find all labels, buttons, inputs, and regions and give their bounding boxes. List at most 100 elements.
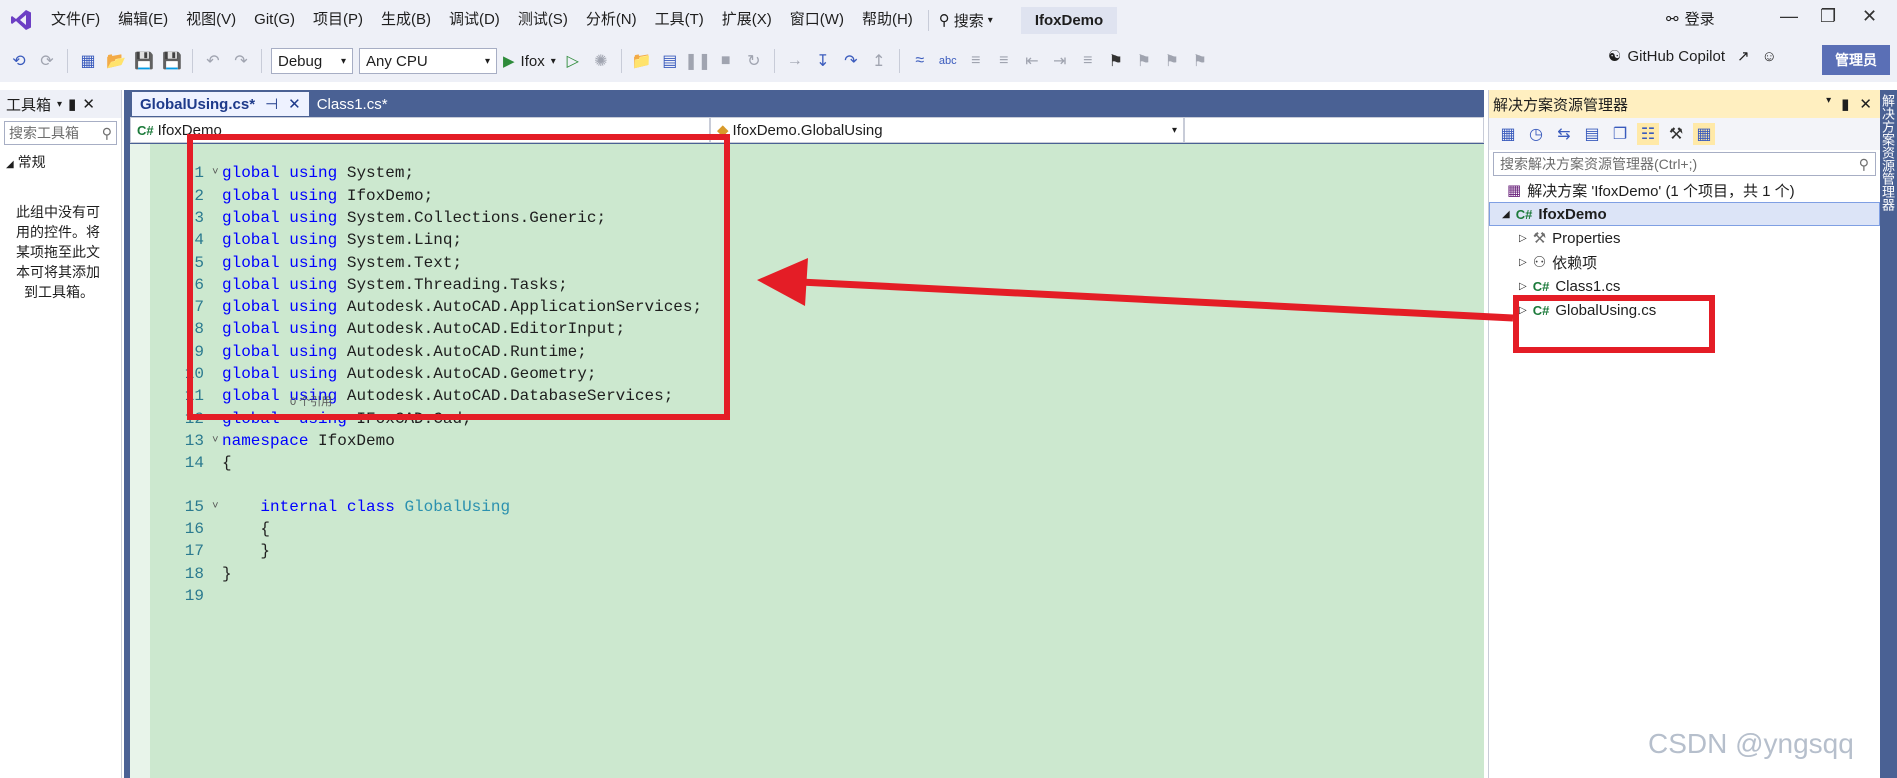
chevron-down-icon[interactable]: ▾ — [1826, 95, 1831, 113]
code-line[interactable]: 18} — [130, 563, 232, 585]
close-icon[interactable]: ✕ — [1859, 95, 1872, 113]
show-next-statement-icon[interactable]: → — [784, 50, 806, 72]
fold-marker[interactable]: ˅ — [212, 501, 222, 513]
open-folder-icon[interactable]: 📂 — [105, 50, 127, 72]
layout-icon[interactable]: ▤ — [659, 50, 681, 72]
feedback-icon[interactable]: ☺ — [1762, 48, 1777, 65]
format-icon[interactable]: ≡ — [1077, 50, 1099, 72]
admin-badge[interactable]: 管理员 — [1822, 45, 1890, 75]
properties-wrench-icon[interactable]: ⚒ — [1665, 123, 1687, 145]
code-line[interactable]: 13 ˅ namespace IfoxDemo — [130, 430, 395, 452]
menu-item[interactable]: 窗口(W) — [781, 0, 853, 40]
diagnostic-icon[interactable]: ≈ — [909, 50, 931, 72]
uncomment-icon[interactable]: ≡ — [993, 50, 1015, 72]
menu-item[interactable]: 分析(N) — [577, 0, 646, 40]
menu-item[interactable]: 扩展(X) — [713, 0, 781, 40]
menu-item[interactable]: 文件(F) — [42, 0, 109, 40]
code-token: class — [346, 497, 395, 516]
editor-tab[interactable]: Class1.cs* — [309, 92, 396, 116]
visual-studio-logo-icon[interactable] — [0, 0, 42, 40]
restore-icon[interactable]: ❐ — [1820, 6, 1836, 27]
chevron-down-icon[interactable]: ▾ — [57, 99, 62, 110]
member-nav-select[interactable] — [1184, 117, 1484, 143]
toolbox-group-general[interactable]: ◢ 常规 — [0, 148, 121, 176]
pending-changes-icon[interactable]: ◷ — [1525, 123, 1547, 145]
collapse-all-icon[interactable]: ▤ — [1581, 123, 1603, 145]
undo-icon[interactable]: ↶ — [202, 50, 224, 72]
toolbox-search-input[interactable]: 搜索工具箱 ⚲ — [4, 121, 117, 145]
code-token: GlobalUsing — [404, 497, 511, 516]
class-nav-select[interactable]: ◆ IfoxDemo.GlobalUsing ▾ — [710, 117, 1184, 143]
pin-icon[interactable]: ▮ — [1841, 95, 1849, 113]
copilot-icon: ☯ — [1608, 48, 1622, 65]
indent-icon[interactable]: ⇥ — [1049, 50, 1071, 72]
minimize-icon[interactable]: — — [1780, 6, 1798, 27]
fold-marker[interactable]: ˅ — [212, 435, 222, 447]
code-line[interactable]: 16 { — [130, 518, 270, 540]
show-all-files-icon[interactable]: ❐ — [1609, 123, 1631, 145]
solution-explorer-search-input[interactable]: 搜索解决方案资源管理器(Ctrl+;) ⚲ — [1493, 152, 1876, 176]
outdent-icon[interactable]: ⇤ — [1021, 50, 1043, 72]
save-all-icon[interactable]: 💾 — [161, 50, 183, 72]
solution-explorer-side-tab[interactable]: 解决方案资源管理器 — [1880, 90, 1897, 778]
bookmark-icon[interactable]: ⚑ — [1105, 50, 1127, 72]
close-icon[interactable]: ✕ — [82, 95, 95, 113]
github-copilot-button[interactable]: ☯ GitHub Copilot ↗ ☺ — [1608, 47, 1777, 66]
filter-icon[interactable]: ☷ — [1637, 123, 1659, 145]
new-project-icon[interactable]: ▦ — [77, 50, 99, 72]
menu-item[interactable]: 调试(D) — [440, 0, 509, 40]
menu-item[interactable]: 工具(T) — [646, 0, 713, 40]
code-line[interactable]: 17 } — [130, 540, 270, 562]
forward-icon[interactable]: ⟳ — [36, 50, 58, 72]
pin-icon[interactable]: ▮ — [68, 95, 76, 113]
browse-folder-icon[interactable]: 📁 — [631, 50, 653, 72]
sync-icon[interactable]: ⇆ — [1553, 123, 1575, 145]
step-into-icon[interactable]: ↧ — [812, 50, 834, 72]
step-out-icon[interactable]: ↥ — [868, 50, 890, 72]
configuration-select[interactable]: Debug ▾ — [271, 48, 353, 74]
prev-bookmark-icon[interactable]: ⚑ — [1133, 50, 1155, 72]
share-icon[interactable]: ↗ — [1737, 47, 1750, 65]
menu-item[interactable]: 视图(V) — [177, 0, 245, 40]
clear-bookmarks-icon[interactable]: ⚑ — [1189, 50, 1211, 72]
platform-select[interactable]: Any CPU ▾ — [359, 48, 497, 74]
back-icon[interactable]: ⟲ — [8, 50, 30, 72]
search-menu[interactable]: ⚲ 搜索 ▾ — [927, 9, 1003, 31]
next-bookmark-icon[interactable]: ⚑ — [1161, 50, 1183, 72]
hot-reload-icon[interactable]: ✺ — [590, 50, 612, 72]
editor-tab[interactable]: GlobalUsing.cs* ⊣ ✕ — [132, 92, 309, 116]
code-line[interactable]: 14 { — [130, 452, 232, 474]
menu-item[interactable]: Git(G) — [245, 0, 304, 40]
restart-icon[interactable]: ↻ — [743, 50, 765, 72]
step-over-icon[interactable]: ↷ — [840, 50, 862, 72]
expand-icon[interactable]: ▷ — [1519, 233, 1527, 244]
save-icon[interactable]: 💾 — [133, 50, 155, 72]
menu-item[interactable]: 生成(B) — [372, 0, 440, 40]
solution-tree-item[interactable]: ▷ ⚇ 依赖项 — [1489, 250, 1880, 274]
switch-view-icon[interactable]: ▦ — [1497, 123, 1519, 145]
solution-tree-item[interactable]: ▷ ⚒ Properties — [1489, 226, 1880, 250]
start-without-debugging-icon[interactable]: ▷ — [562, 50, 584, 72]
login-button[interactable]: ⚯ 登录 — [1666, 8, 1715, 29]
menu-item[interactable]: 项目(P) — [304, 0, 372, 40]
pause-icon[interactable]: ❚❚ — [684, 50, 711, 72]
menu-item[interactable]: 帮助(H) — [853, 0, 922, 40]
code-line[interactable]: 19 — [130, 585, 222, 607]
start-debug-button[interactable]: ▶ Ifox ▾ — [503, 52, 556, 71]
solution-node[interactable]: ▦ 解决方案 'IfoxDemo' (1 个项目，共 1 个) — [1489, 178, 1880, 202]
menu-item[interactable]: 编辑(E) — [109, 0, 177, 40]
menu-item[interactable]: 测试(S) — [509, 0, 577, 40]
close-icon[interactable]: ✕ — [288, 95, 301, 113]
comment-icon[interactable]: ≡ — [965, 50, 987, 72]
pin-icon[interactable]: ⊣ — [265, 95, 278, 113]
expand-icon[interactable]: ▷ — [1519, 257, 1527, 268]
stop-icon[interactable]: ■ — [715, 50, 737, 72]
redo-icon[interactable]: ↷ — [230, 50, 252, 72]
toolbox-panel: 工具箱 ▾ ▮ ✕ 搜索工具箱 ⚲ ◢ 常规 此组中没有可 用的控件。将 某项拖至此… — [0, 90, 122, 778]
close-icon[interactable]: ✕ — [1862, 6, 1877, 27]
project-node[interactable]: ◢ C# IfoxDemo — [1489, 202, 1880, 226]
preview-icon[interactable]: ▦ — [1693, 123, 1715, 145]
expand-icon[interactable]: ▷ — [1519, 281, 1527, 292]
spell-check-icon[interactable]: abc — [937, 50, 959, 72]
code-line[interactable]: 15 ˅ internal class GlobalUsing — [130, 496, 510, 518]
